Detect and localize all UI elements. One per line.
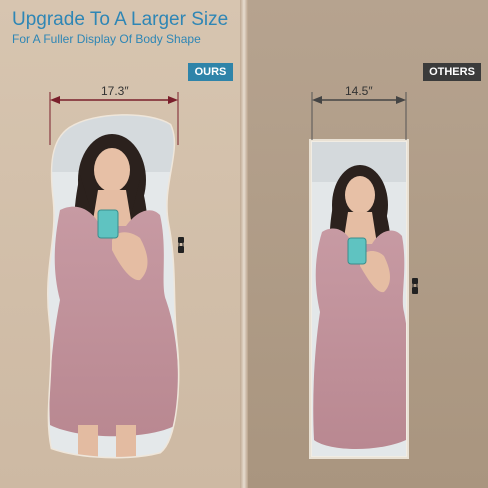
ours-badge: OURS [188,63,233,81]
ours-wavy-mirror [46,114,184,459]
ours-lock-icon [178,237,184,253]
others-badge: OTHERS [423,63,481,81]
ours-reflection [48,115,178,457]
page-subtitle: For A Fuller Display Of Body Shape [12,32,201,46]
others-rect-mirror [309,139,418,459]
ours-phone-icon [97,209,119,239]
others-phone-icon [347,237,367,265]
others-measure-line [311,92,407,140]
scene [46,92,418,459]
ours-width-label: 17.3″ [101,84,129,98]
others-reflection [312,142,406,456]
page-title: Upgrade To A Larger Size [12,9,229,30]
others-width-label: 14.5″ [345,84,373,98]
others-lock-icon [412,278,418,294]
